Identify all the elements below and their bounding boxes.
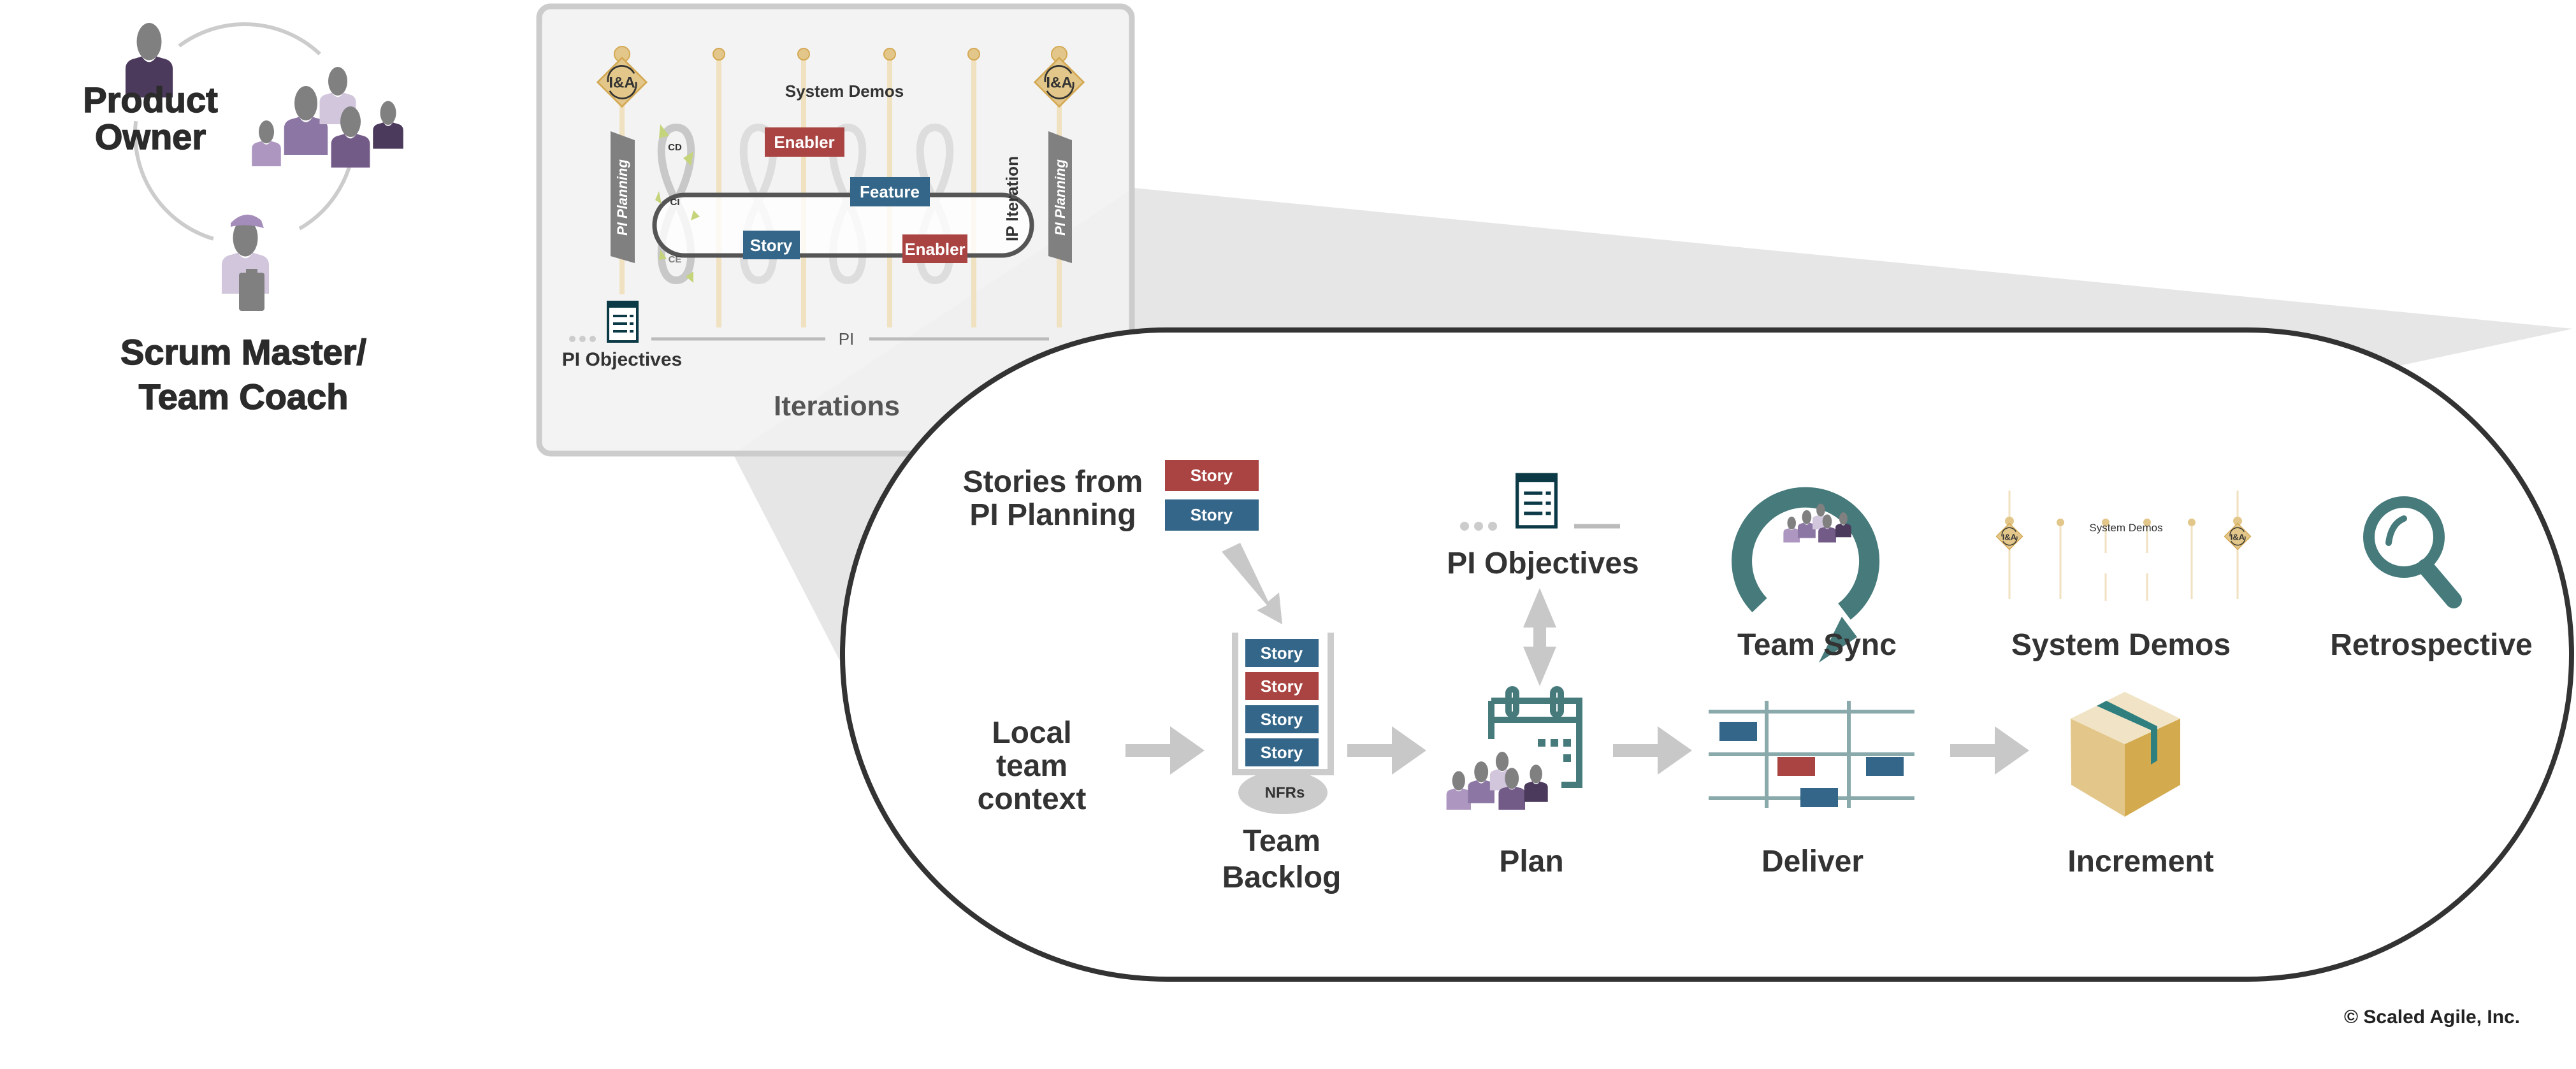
loop-label-ce: CE bbox=[669, 254, 682, 265]
agile-team-icon bbox=[252, 67, 403, 168]
iteration-detail: Stories from PI Planning Story Story Loc… bbox=[840, 327, 2574, 982]
product-owner-label: Product bbox=[83, 80, 218, 120]
scrum-master-label-2: Team Coach bbox=[139, 377, 349, 417]
system-demos-mini-label: System Demos bbox=[2089, 522, 2162, 534]
ip-iteration-label: IP Iteration bbox=[1002, 156, 1022, 241]
pi-objectives-label: PI Objectives bbox=[562, 349, 682, 370]
enabler-tag-bottom: Enabler bbox=[902, 234, 967, 263]
svg-text:Feature: Feature bbox=[860, 182, 920, 201]
pi-objectives-detail-label: PI Objectives bbox=[1447, 547, 1639, 580]
ia-badge-label: I&A bbox=[2002, 533, 2017, 542]
svg-text:PI Planning: PI Planning bbox=[1052, 159, 1068, 236]
enabler-tag-top: Enabler bbox=[765, 127, 844, 157]
ia-badge-label: I&A bbox=[1046, 75, 1072, 92]
flow-loop bbox=[652, 192, 1034, 258]
story-tag: Story bbox=[743, 231, 800, 259]
svg-text:Story: Story bbox=[1261, 643, 1303, 663]
ia-badge-label: I&A bbox=[609, 75, 635, 92]
svg-text:Story: Story bbox=[750, 236, 793, 255]
svg-text:Story: Story bbox=[1261, 710, 1303, 729]
team-backlog-label: Team bbox=[1243, 824, 1321, 858]
local-context-label-2: team bbox=[996, 749, 1067, 783]
nfrs-label: NFRs bbox=[1265, 784, 1305, 801]
plan-label: Plan bbox=[1499, 845, 1563, 879]
loop-label-cd: CD bbox=[668, 142, 682, 153]
team-roles: Product Owner Scrum Master/ Team Coach bbox=[82, 22, 403, 417]
team-sync-label: Team Sync bbox=[1737, 628, 1897, 662]
incoming-story-blue: Story bbox=[1165, 499, 1259, 531]
local-context-label: Local bbox=[992, 716, 1071, 750]
safe-team-iteration-diagram: Product Owner Scrum Master/ Team Coach I… bbox=[82, 3, 2574, 1028]
local-context-label-3: context bbox=[978, 782, 1087, 816]
backlog-story: Story bbox=[1245, 705, 1319, 733]
pi-planning-banner-left: PI Planning bbox=[611, 131, 635, 263]
scrum-master-icon bbox=[221, 214, 270, 311]
deliver-label: Deliver bbox=[1762, 845, 1863, 879]
stories-from-label: Stories from bbox=[963, 465, 1143, 499]
increment-label: Increment bbox=[2067, 845, 2213, 879]
incoming-story-red: Story bbox=[1165, 460, 1259, 491]
svg-text:Enabler: Enabler bbox=[774, 133, 834, 152]
iterations-title: Iterations bbox=[774, 391, 900, 422]
pi-objectives-icon bbox=[1517, 475, 1556, 527]
copyright: © Scaled Agile, Inc. bbox=[2344, 1007, 2520, 1028]
svg-text:Story: Story bbox=[1190, 466, 1233, 485]
backlog-story: Story bbox=[1245, 639, 1319, 667]
system-demos-label: System Demos bbox=[785, 82, 904, 101]
team-backlog-label-2: Backlog bbox=[1222, 861, 1342, 894]
pi-planning-banner-right: PI Planning bbox=[1048, 131, 1072, 263]
retrospective-label: Retrospective bbox=[2330, 628, 2532, 662]
svg-text:PI Planning: PI Planning bbox=[614, 159, 630, 236]
svg-text:Story: Story bbox=[1261, 743, 1303, 762]
team-backlog-icon: Story Story Story Story NFRs bbox=[1232, 633, 1334, 814]
pi-objectives-icon bbox=[607, 301, 639, 343]
svg-text:Story: Story bbox=[1261, 677, 1303, 696]
backlog-story: Story bbox=[1245, 738, 1319, 766]
svg-text:Enabler: Enabler bbox=[904, 240, 965, 259]
feature-tag: Feature bbox=[850, 177, 930, 206]
ia-badge-label: I&A bbox=[2231, 533, 2245, 542]
svg-text:Story: Story bbox=[1190, 505, 1233, 524]
system-demos-detail-label: System Demos bbox=[2011, 628, 2231, 662]
scrum-master-label: Scrum Master/ bbox=[120, 332, 366, 372]
stories-from-label-2: PI Planning bbox=[969, 498, 1136, 532]
backlog-story: Story bbox=[1245, 672, 1319, 700]
product-owner-label-2: Owner bbox=[95, 117, 206, 157]
pi-label: PI bbox=[839, 329, 855, 348]
loop-label-ci: CI bbox=[670, 197, 680, 208]
